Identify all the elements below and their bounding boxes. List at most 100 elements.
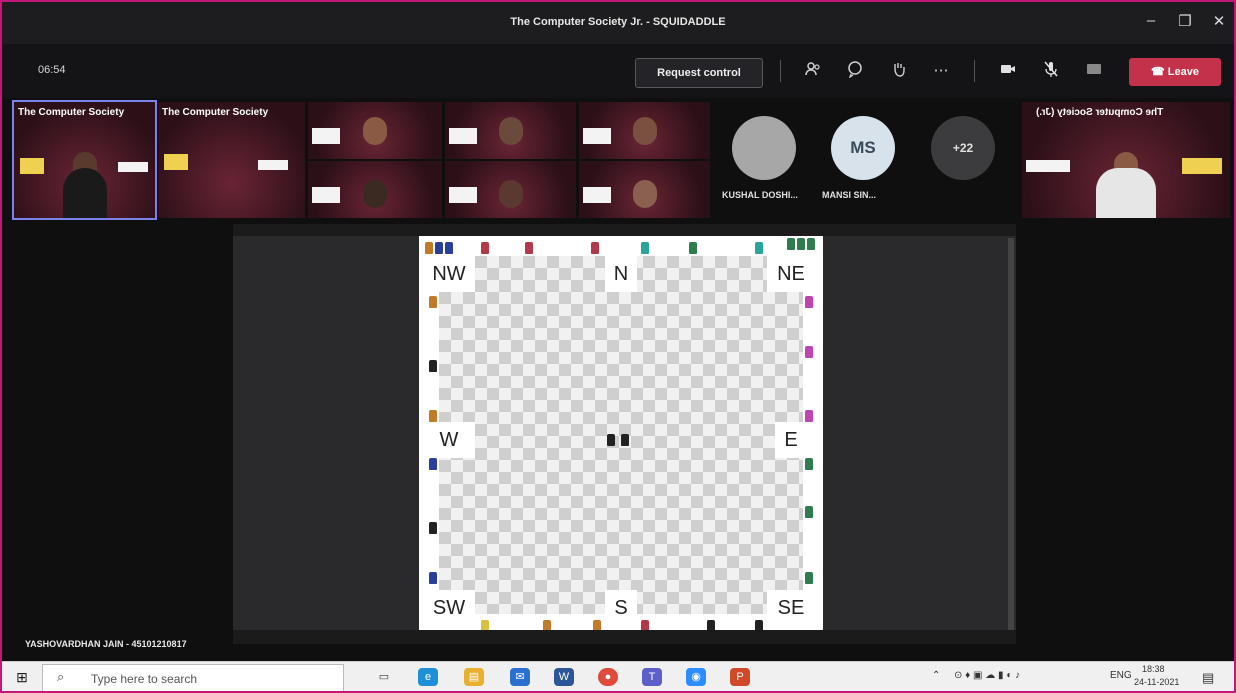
participant-tile[interactable]	[308, 102, 442, 159]
chrome-icon[interactable]: ●	[598, 668, 618, 686]
mail-icon[interactable]: ✉	[510, 668, 530, 686]
avatar[interactable]	[732, 116, 796, 180]
zone-sw: SW	[423, 590, 475, 626]
toolbar-divider	[974, 60, 975, 82]
label-card	[1026, 160, 1070, 172]
label-card	[583, 187, 611, 203]
file-explorer-icon[interactable]: ▤	[464, 668, 484, 686]
participant-tile[interactable]: The Computer Society	[158, 102, 305, 218]
screen-share[interactable]: NW N NE W E SW S SE	[233, 224, 1016, 644]
chess-piece[interactable]	[481, 242, 489, 254]
chess-piece[interactable]	[607, 434, 615, 446]
title-bar: The Computer Society Jr. - SQUIDADDLE – …	[2, 2, 1234, 44]
participant-strip: The Computer Society The Computer Societ…	[2, 100, 1234, 222]
participant-name: MANSI SIN...	[822, 190, 877, 200]
tile-label: The Computer Society	[18, 107, 125, 118]
meeting-timer: 06:54	[38, 64, 66, 76]
clock-time[interactable]: 18:38	[1142, 664, 1165, 674]
share-tray-icon[interactable]	[1083, 60, 1105, 82]
edge-icon[interactable]: e	[418, 668, 438, 686]
zone-w: W	[423, 422, 475, 458]
label-card	[312, 128, 340, 144]
chess-piece[interactable]	[591, 242, 599, 254]
participant-head	[498, 180, 523, 208]
chess-piece[interactable]	[429, 522, 437, 534]
chess-piece[interactable]	[797, 238, 805, 250]
language-indicator[interactable]: ENG	[1110, 670, 1132, 681]
people-icon[interactable]	[802, 60, 824, 82]
chess-piece[interactable]	[805, 458, 813, 470]
teams-meeting-window: The Computer Society Jr. - SQUIDADDLE – …	[0, 0, 1236, 693]
minimize-button[interactable]: –	[1140, 12, 1162, 29]
mic-muted-icon[interactable]	[1040, 60, 1062, 82]
participant-tile[interactable]	[445, 161, 576, 218]
participant-tile[interactable]	[308, 161, 442, 218]
clock-date[interactable]: 24-11-2021	[1134, 677, 1179, 687]
chess-piece[interactable]	[805, 346, 813, 358]
chess-piece[interactable]	[435, 242, 443, 254]
chess-piece[interactable]	[425, 242, 433, 254]
taskbar-search-box[interactable]: ⌕ Type here to search	[42, 664, 344, 691]
participant-head	[632, 180, 657, 208]
chess-piece[interactable]	[805, 296, 813, 308]
chess-piece[interactable]	[805, 506, 813, 518]
chess-piece[interactable]	[641, 242, 649, 254]
zone-n: N	[605, 256, 637, 292]
maximize-button[interactable]: ❐	[1174, 12, 1196, 30]
tray-chevron-icon[interactable]: ⌃	[932, 670, 940, 681]
camera-icon[interactable]	[997, 60, 1019, 82]
chess-piece[interactable]	[787, 238, 795, 250]
chess-piece[interactable]	[445, 242, 453, 254]
request-control-button[interactable]: Request control	[635, 58, 763, 88]
avatar[interactable]: MS	[831, 116, 895, 180]
chat-icon[interactable]	[844, 60, 866, 82]
more-participants-button[interactable]: +22	[931, 116, 995, 180]
more-icon[interactable]: ⋯	[930, 60, 952, 82]
shared-taskbar	[233, 630, 1016, 644]
chess-piece[interactable]	[621, 434, 629, 446]
label-card	[258, 160, 288, 170]
chess-piece[interactable]	[807, 238, 815, 250]
zoom-icon[interactable]: ◉	[686, 668, 706, 686]
chess-piece[interactable]	[689, 242, 697, 254]
chess-piece[interactable]	[805, 410, 813, 422]
shared-scrollbar	[1008, 238, 1014, 630]
zone-s: S	[605, 590, 637, 626]
leave-button[interactable]: ☎ Leave	[1129, 58, 1221, 86]
search-icon: ⌕	[57, 669, 65, 684]
shared-window-titlebar	[233, 224, 1016, 236]
toolbar-divider	[780, 60, 781, 82]
participant-tile[interactable]	[445, 102, 576, 159]
participant-tile[interactable]	[579, 102, 710, 159]
tile-label: The Computer Society (Jr.)	[1036, 107, 1164, 118]
chess-piece[interactable]	[429, 458, 437, 470]
zone-e: E	[775, 422, 807, 458]
participant-head	[363, 180, 387, 208]
windows-start-icon[interactable]: ⊞	[12, 668, 32, 686]
chess-piece[interactable]	[429, 572, 437, 584]
chess-piece[interactable]	[525, 242, 533, 254]
close-button[interactable]: ✕	[1208, 12, 1230, 30]
participant-tile[interactable]	[579, 161, 710, 218]
sticky-note	[1182, 158, 1222, 174]
chess-piece[interactable]	[755, 242, 763, 254]
participant-head	[498, 117, 523, 145]
notification-icon[interactable]: ▤	[1202, 670, 1214, 686]
chess-piece[interactable]	[805, 572, 813, 584]
participant-body	[1096, 168, 1156, 218]
teams-icon[interactable]: T	[642, 668, 662, 686]
raise-hand-icon[interactable]	[887, 60, 909, 82]
chess-piece[interactable]	[429, 360, 437, 372]
label-card	[449, 128, 477, 144]
participant-tile-pinned[interactable]: The Computer Society (Jr.)	[1022, 102, 1230, 218]
word-icon[interactable]: W	[554, 668, 574, 686]
leave-label: Leave	[1167, 66, 1199, 78]
chess-piece[interactable]	[429, 410, 437, 422]
chess-piece[interactable]	[429, 296, 437, 308]
task-view-icon[interactable]: ▭	[374, 668, 394, 686]
powerpoint-icon[interactable]: P	[730, 668, 750, 686]
participant-body	[62, 168, 107, 218]
participant-head	[363, 117, 387, 145]
label-card	[312, 187, 340, 203]
participant-tile-self[interactable]: The Computer Society	[12, 100, 157, 220]
